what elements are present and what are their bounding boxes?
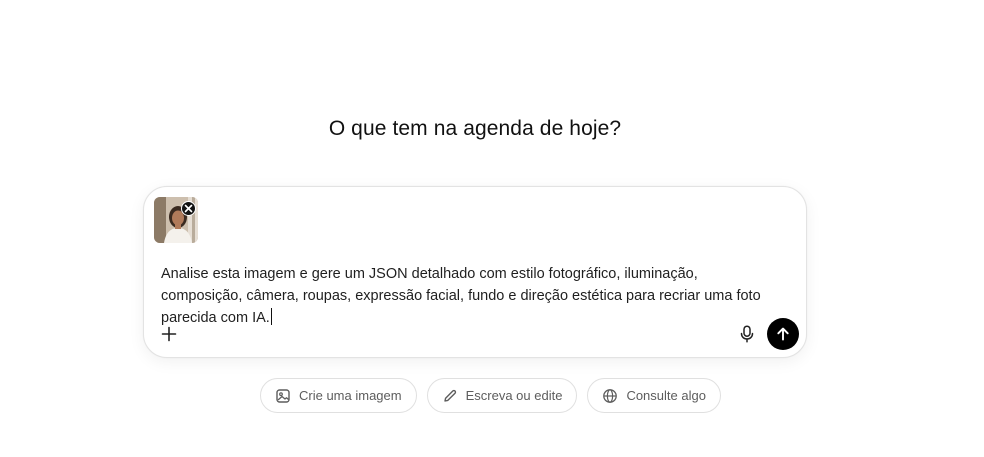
text-caret xyxy=(270,308,272,325)
prompt-input[interactable]: Analise esta imagem e gere um JSON detal… xyxy=(161,263,781,329)
send-button[interactable] xyxy=(767,318,799,350)
suggestion-write-edit[interactable]: Escreva ou edite xyxy=(426,378,578,413)
suggestion-chips: Crie uma imagem Escreva ou edite Consult… xyxy=(260,378,721,413)
suggestion-look-up[interactable]: Consulte algo xyxy=(587,378,721,413)
voice-input-button[interactable] xyxy=(736,323,758,345)
image-icon xyxy=(275,388,291,404)
globe-icon xyxy=(602,388,618,404)
arrow-up-icon xyxy=(777,327,789,341)
prompt-composer[interactable]: Analise esta imagem e gere um JSON detal… xyxy=(143,186,807,358)
close-icon xyxy=(184,204,193,213)
chat-home: O que tem na agenda de hoje? Analise est… xyxy=(0,0,984,457)
prompt-input-text: Analise esta imagem e gere um JSON detal… xyxy=(161,266,761,326)
remove-attachment-button[interactable] xyxy=(181,201,196,216)
suggestion-create-image[interactable]: Crie uma imagem xyxy=(260,378,417,413)
pencil-icon xyxy=(442,388,458,404)
suggestion-label: Escreva ou edite xyxy=(465,388,563,403)
microphone-icon xyxy=(740,325,754,343)
page-title: O que tem na agenda de hoje? xyxy=(328,117,622,140)
add-attachment-button[interactable] xyxy=(158,323,180,345)
suggestion-label: Crie uma imagem xyxy=(299,388,402,403)
plus-icon xyxy=(161,326,177,342)
suggestion-label: Consulte algo xyxy=(626,388,706,403)
